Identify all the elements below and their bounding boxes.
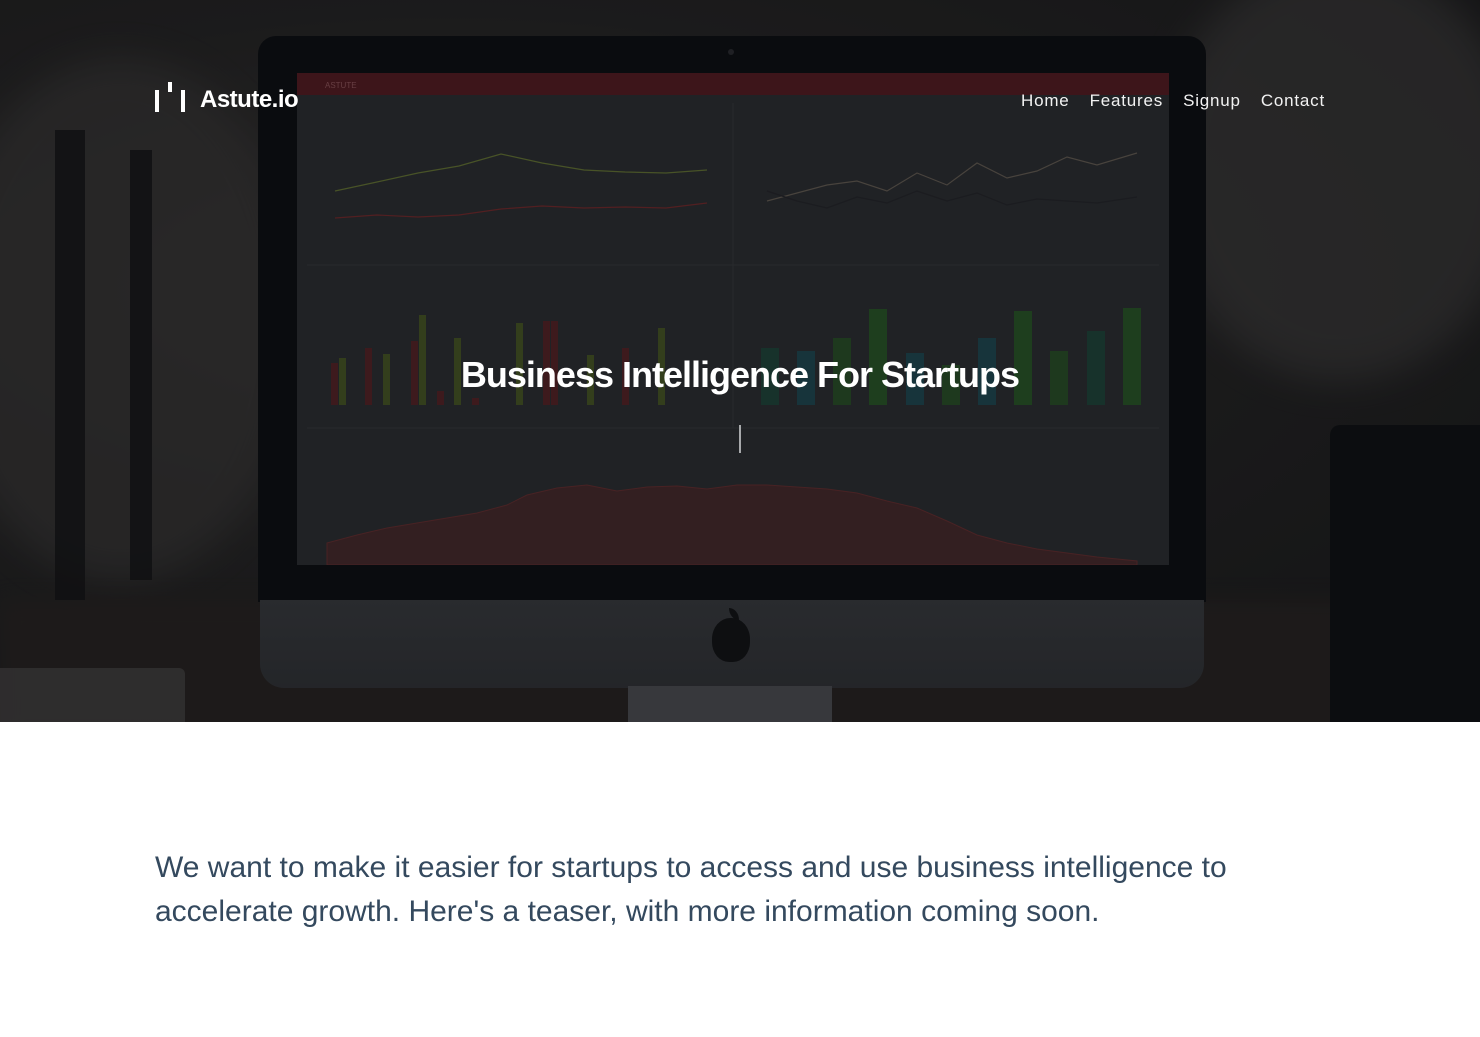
nav-features-link[interactable]: Features <box>1090 90 1164 112</box>
nav-signup-link[interactable]: Signup <box>1183 90 1241 112</box>
brand-link[interactable]: Astute.io <box>155 72 299 113</box>
intro-paragraph: We want to make it easier for startups t… <box>155 851 1227 928</box>
hero-divider <box>739 425 741 453</box>
nav-contact-link[interactable]: Contact <box>1261 90 1325 112</box>
hero-title: Business Intelligence For Startups <box>460 354 1020 395</box>
main-nav: Home Features Signup Contact <box>1001 90 1325 112</box>
nav-home-link[interactable]: Home <box>1021 90 1070 112</box>
hero-section: ASTUTE Astute.io Home Features Signup Co… <box>0 0 1480 722</box>
bars-logo-icon <box>155 80 187 112</box>
brand-name: Astute.io <box>200 86 299 113</box>
